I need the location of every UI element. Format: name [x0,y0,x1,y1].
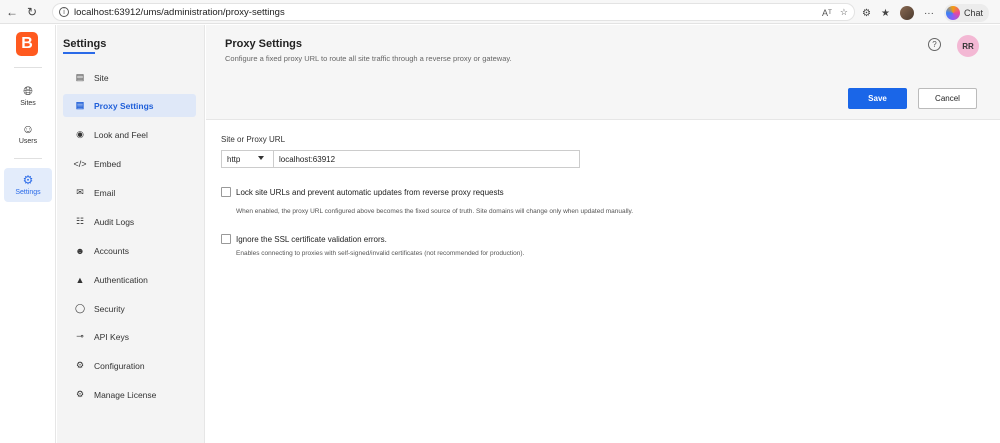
address-bar[interactable]: i localhost:63912/ums/administration/pro… [52,3,855,21]
rail-item-sites[interactable]: 🌐︎ Sites [4,79,52,113]
copilot-chat-button[interactable]: Chat [943,4,989,22]
chat-label: Chat [963,8,983,18]
refresh-icon[interactable]: ↻ [24,4,40,20]
license-icon: ⚙ [75,389,85,399]
menu-item-configuration[interactable]: ⚙ Configuration [63,354,196,377]
audit-icon: ☷ [75,216,85,226]
settings-menu: Settings ▤ Site ▤ Proxy Settings ◉ Look … [57,25,205,443]
menu-item-label: Audit Logs [94,216,135,227]
rail-label-settings: Settings [15,189,41,196]
mail-icon: ✉ [76,187,84,197]
config-icon: ⚙ [75,360,85,370]
menu-item-api-keys[interactable]: ⊸ API Keys [63,325,196,348]
protocol-select[interactable]: http [221,150,273,168]
rail-label-sites: Sites [20,100,36,107]
lock-urls-description: When enabled, the proxy URL configured a… [236,208,634,215]
rail-label-users: Users [18,138,38,145]
back-icon[interactable]: ← [4,4,20,20]
page-title: Proxy Settings [225,38,303,50]
lock-icon: ▲ [75,274,85,285]
page-header: Proxy Settings Configure a fixed proxy U… [206,25,1000,120]
url-text: localhost:63912/ums/administration/proxy… [74,6,285,18]
browser-toolbar: ← ↻ i localhost:63912/ums/administration… [0,0,1000,24]
app-logo[interactable]: B [16,32,38,56]
site-info-icon[interactable]: i [59,7,69,17]
lock-urls-checkbox[interactable] [221,187,231,197]
gear-icon: ⚙ [22,173,34,187]
favorite-star-icon[interactable]: ☆ [840,7,848,18]
globe-icon: 🌐︎ [23,84,33,98]
menu-item-label: Configuration [94,360,145,371]
save-button[interactable]: Save [848,88,907,109]
menu-item-label: Site [94,72,109,83]
more-icon[interactable]: ··· [924,8,934,19]
chevron-down-icon [258,156,264,160]
ignore-ssl-checkbox[interactable] [221,234,231,244]
profile-avatar[interactable] [899,6,914,20]
ignore-ssl-description: Enables connecting to proxies with self-… [236,250,525,257]
lock-urls-label: Lock site URLs and prevent automatic upd… [236,188,504,197]
copilot-icon [945,6,960,20]
menu-item-accounts[interactable]: ☻ Accounts [63,239,196,262]
code-icon: </> [73,158,87,169]
menu-item-security[interactable]: ◯ Security [63,297,196,320]
menu-item-authentication[interactable]: ▲ Authentication [63,268,196,291]
rail-divider [14,158,42,159]
menu-title-underline [63,52,95,54]
read-aloud-icon[interactable]: Aᵀ [822,8,832,18]
menu-item-look-and-feel[interactable]: ◉ Look and Feel [63,123,196,146]
help-icon[interactable]: ? [928,38,941,51]
proxy-url-input[interactable] [273,150,580,168]
menu-item-label: API Keys [94,331,129,342]
menu-item-site[interactable]: ▤ Site [63,66,196,89]
users-icon: ☺ [21,122,35,136]
menu-item-label: Look and Feel [94,129,148,140]
menu-title: Settings [63,38,107,50]
rail-item-settings[interactable]: ⚙ Settings [4,168,52,202]
menu-item-label: Security [94,303,125,314]
menu-item-label: Embed [94,158,121,169]
extensions-icon[interactable]: ⚙ [862,8,871,19]
rail-divider [14,67,42,68]
rail-item-users[interactable]: ☺ Users [4,117,52,151]
menu-item-label: Email [94,187,116,198]
site-icon: ▤ [75,72,85,82]
favorites-icon[interactable]: ★ [881,8,890,19]
proxy-url-label: Site or Proxy URL [221,135,286,144]
menu-item-audit-logs[interactable]: ☷ Audit Logs [63,210,196,233]
app-rail: B 🌐︎ Sites ☺ Users ⚙ Settings [0,25,56,443]
menu-item-proxy-settings[interactable]: ▤ Proxy Settings [63,94,196,117]
accounts-icon: ☻ [75,245,85,256]
user-avatar[interactable]: RR [957,35,979,57]
menu-item-manage-license[interactable]: ⚙ Manage License [63,383,196,406]
menu-item-label: Authentication [94,274,148,285]
menu-item-email[interactable]: ✉ Email [63,181,196,204]
menu-item-label: Proxy Settings [94,100,154,111]
palette-icon: ◉ [76,129,84,139]
protocol-value: http [227,154,241,164]
menu-item-label: Accounts [94,245,129,256]
shield-icon: ◯ [74,303,86,313]
ignore-ssl-label: Ignore the SSL certificate validation er… [236,235,387,244]
page-subtitle: Configure a fixed proxy URL to route all… [225,54,512,63]
key-icon: ⊸ [76,331,84,341]
menu-item-label: Manage License [94,389,157,400]
menu-item-embed[interactable]: </> Embed [63,152,196,175]
proxy-icon: ▤ [75,100,85,110]
cancel-button[interactable]: Cancel [918,88,977,109]
